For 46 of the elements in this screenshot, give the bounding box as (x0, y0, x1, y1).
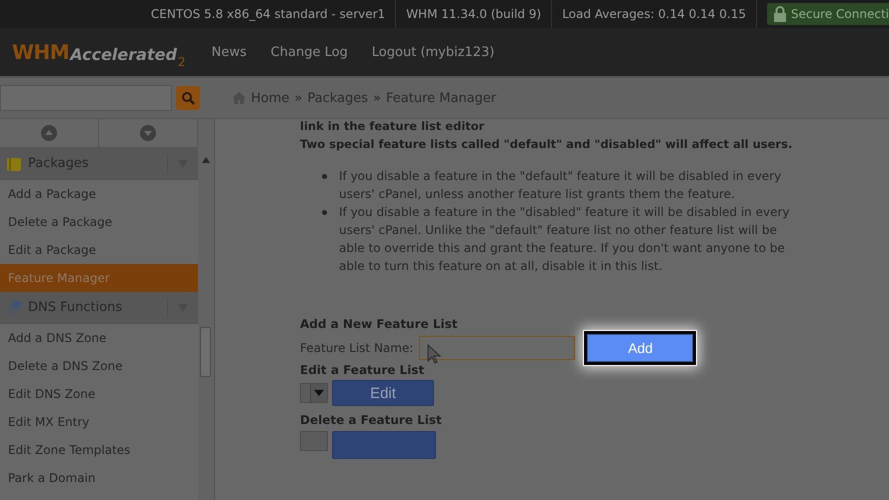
scrollbar-thumb[interactable] (200, 327, 211, 377)
sidebar-item[interactable]: Delete a DNS Zone (0, 352, 198, 380)
breadcrumb-separator: » (373, 90, 381, 106)
server-icon (6, 300, 22, 316)
bullet-text: If you disable a feature in the "default" feature it will be disabled in every users' cPanel, unless another feature list grants them the feature. (339, 168, 782, 203)
caret-icon (314, 389, 324, 397)
section-heading: Edit a Feature List (300, 363, 426, 377)
input-field[interactable] (419, 336, 576, 360)
breadcrumb-link[interactable]: Packages (307, 90, 368, 106)
package-icon (6, 156, 22, 172)
logo-text: Accelerated (70, 45, 177, 64)
sidebar-item[interactable]: Add a DNS Zone (0, 324, 198, 352)
nav-link[interactable]: Logout (mybiz123) (372, 44, 494, 60)
breadcrumb-link[interactable]: Feature Manager (386, 90, 496, 106)
logo-version: 2 (178, 55, 186, 69)
sidebar-item[interactable]: Park a Domain (0, 464, 198, 492)
sidebar-item[interactable]: Edit MX Entry (0, 408, 198, 436)
bold-text: link in the feature list editor (300, 119, 486, 133)
breadcrumb-separator: » (294, 90, 302, 106)
sidebar-item[interactable]: Delete a Package (0, 208, 198, 236)
bullet-icon (322, 210, 327, 215)
bullet-text: If you disable a feature in the "disabled" feature it will be disabled in every users' cPanel. Unlike the "default" feature list no other feature list will be able to override this and grant the feature. If you don't want anyone to be able to turn this feature on at all, disable it in this list. (339, 204, 790, 275)
sidebar-item[interactable]: Edit DNS Zone (0, 380, 198, 408)
section-heading: Add a New Feature List (300, 317, 458, 331)
logo-text: WHM (12, 40, 70, 64)
cursor-icon (427, 344, 442, 364)
breadcrumb-link[interactable]: Home (251, 90, 290, 106)
nav-link[interactable]: News (212, 44, 247, 60)
scroll-up-icon (202, 157, 210, 163)
sidebar-item[interactable]: Edit a Package (0, 236, 198, 264)
sidebar-item[interactable]: Edit Zone Templates (0, 436, 198, 464)
secure-connection-text: Secure Connecti (790, 6, 889, 23)
nav-link[interactable]: Change Log (270, 44, 348, 60)
section-heading: Delete a Feature List (300, 413, 443, 427)
sidebar-item[interactable]: Add a Package (0, 180, 198, 208)
dropdown-field[interactable] (300, 431, 328, 451)
bullet-icon (322, 174, 327, 179)
bold-text: Two special feature lists called "default" and "disabled" will affect all users. (300, 136, 794, 153)
search-icon (181, 91, 195, 105)
delete-button[interactable] (332, 431, 436, 459)
field-label: Feature List Name: (300, 341, 414, 355)
edit-button[interactable]: Edit (332, 380, 434, 406)
dropdown-field[interactable] (300, 383, 328, 403)
lock-icon (772, 6, 787, 22)
search-button[interactable] (176, 86, 200, 110)
sidebar-item[interactable]: Feature Manager (0, 264, 198, 292)
